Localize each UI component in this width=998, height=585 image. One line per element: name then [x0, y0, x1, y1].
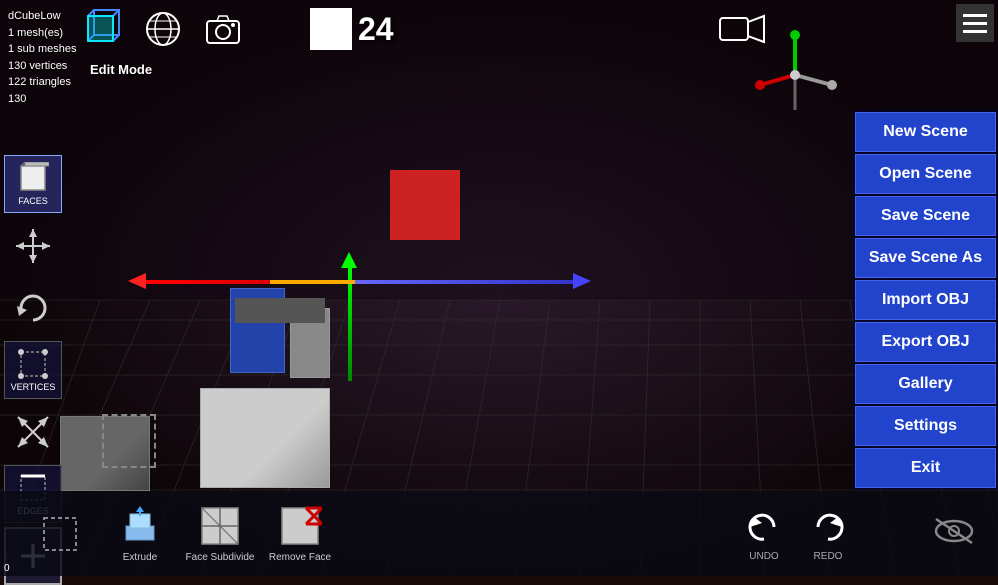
- right-menu: New Scene Open Scene Save Scene Save Sce…: [853, 110, 998, 490]
- world-mode-button[interactable]: [138, 4, 188, 54]
- vertices-tool-button[interactable]: VERTICES: [4, 341, 62, 399]
- hamburger-bar-3: [963, 30, 987, 33]
- remove-face-icon: [278, 504, 322, 548]
- remove-face-label: Remove Face: [269, 552, 331, 563]
- face-subdivide-tool-button[interactable]: Face Subdivide: [180, 496, 260, 571]
- grid-background: [0, 0, 998, 576]
- frame-counter: 24: [310, 8, 394, 50]
- edit-mode-label: Edit Mode: [90, 62, 152, 77]
- hamburger-bar-2: [963, 22, 987, 25]
- rotate-tool-button[interactable]: [4, 279, 62, 337]
- faces-tool-button[interactable]: FACES: [4, 155, 62, 213]
- settings-button[interactable]: Settings: [855, 406, 996, 446]
- save-scene-button[interactable]: Save Scene: [855, 196, 996, 236]
- extrude-tool-button[interactable]: Extrude: [100, 496, 180, 571]
- vertices-label: VERTICES: [11, 382, 56, 392]
- new-scene-button[interactable]: New Scene: [855, 112, 996, 152]
- undo-redo-group: UNDO REDO: [742, 505, 850, 562]
- camera-snapshot-button[interactable]: [198, 4, 248, 54]
- coordinate-display: 0: [4, 563, 10, 574]
- face-subdivide-icon: [198, 504, 242, 548]
- scale-tool-button[interactable]: [4, 403, 62, 461]
- undo-button[interactable]: UNDO: [742, 505, 786, 562]
- video-camera-area[interactable]: [718, 12, 766, 53]
- move-tool-button[interactable]: [4, 217, 62, 275]
- extrude-tool-icon: [118, 504, 162, 548]
- redo-label: REDO: [814, 551, 843, 562]
- undo-label: UNDO: [749, 551, 778, 562]
- visibility-toggle-button[interactable]: [930, 513, 978, 554]
- export-obj-button[interactable]: Export OBJ: [855, 322, 996, 362]
- hamburger-bar-1: [963, 14, 987, 17]
- frame-number: 24: [358, 11, 394, 48]
- extrude-label: Extrude: [123, 552, 157, 563]
- select-tool-button[interactable]: [20, 496, 100, 571]
- save-scene-as-button[interactable]: Save Scene As: [855, 238, 996, 278]
- viewport: [0, 0, 998, 576]
- faces-label: FACES: [18, 196, 48, 206]
- open-scene-button[interactable]: Open Scene: [855, 154, 996, 194]
- gallery-button[interactable]: Gallery: [855, 364, 996, 404]
- import-obj-button[interactable]: Import OBJ: [855, 280, 996, 320]
- face-subdivide-label: Face Subdivide: [186, 552, 255, 563]
- exit-button[interactable]: Exit: [855, 448, 996, 488]
- hamburger-menu-button[interactable]: [956, 4, 994, 42]
- bottom-toolbar: Extrude Face Subdivide Remove Face: [0, 491, 998, 576]
- top-left-toolbar: [78, 4, 248, 54]
- remove-face-tool-button[interactable]: Remove Face: [260, 496, 340, 571]
- select-tool-icon: [38, 512, 82, 556]
- mesh-mode-button[interactable]: [78, 4, 128, 54]
- redo-button[interactable]: REDO: [806, 505, 850, 562]
- frame-box: [310, 8, 352, 50]
